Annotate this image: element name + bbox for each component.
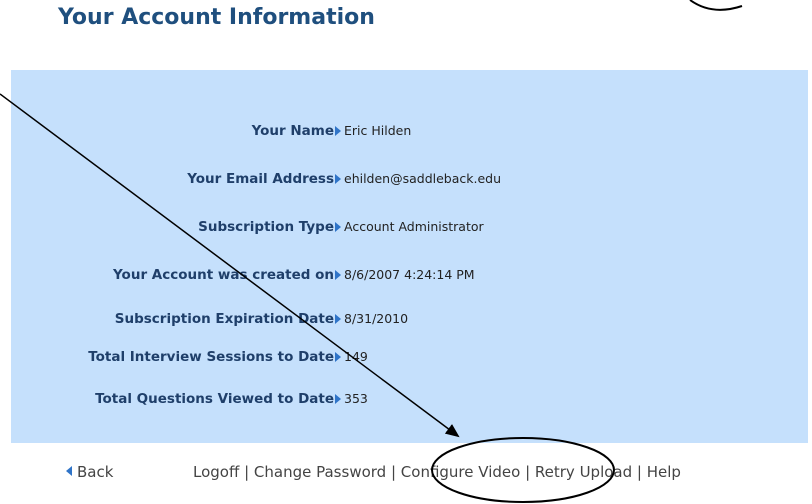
row-value: 149 [344,349,368,364]
row-value: Eric Hilden [344,123,412,138]
row-label: Total Interview Sessions to Date [88,349,334,365]
triangle-right-icon [335,314,341,324]
triangle-right-icon [335,126,341,136]
info-row-subscription-type: Subscription Type Account Administrator [11,216,808,238]
info-row-questions-viewed: Total Questions Viewed to Date 353 [11,388,808,410]
footer-links: Logoff | Change Password | Configure Vid… [193,460,681,484]
row-value: 8/31/2010 [344,311,409,326]
row-value: 8/6/2007 4:24:14 PM [344,267,475,282]
row-label: Your Name [251,123,334,139]
row-value: ehilden@saddleback.edu [344,171,502,186]
info-row-interview-sessions: Total Interview Sessions to Date 149 [11,346,808,368]
info-row-email: Your Email Address ehilden@saddleback.ed… [11,168,808,190]
info-row-created-on: Your Account was created on 8/6/2007 4:2… [11,264,808,286]
change-password-link[interactable]: Change Password [254,463,386,481]
logoff-link[interactable]: Logoff [193,463,239,481]
footer-nav: Back Logoff | Change Password | Configur… [0,460,812,484]
info-row-name: Your Name Eric Hilden [11,120,808,142]
back-link[interactable]: Back [66,460,113,484]
row-value: Account Administrator [344,219,484,234]
row-label: Your Email Address [187,171,334,187]
configure-video-link[interactable]: Configure Video [401,463,521,481]
retry-upload-link[interactable]: Retry Upload [535,463,632,481]
row-label: Total Questions Viewed to Date [95,391,334,407]
triangle-right-icon [335,174,341,184]
link-separator: | [244,463,254,481]
triangle-right-icon [335,352,341,362]
back-label: Back [77,463,114,481]
row-value: 353 [344,391,368,406]
triangle-right-icon [335,222,341,232]
page-title: Your Account Information [58,5,375,30]
account-info-panel: Your Name Eric Hilden Your Email Address… [11,70,808,443]
triangle-right-icon [335,394,341,404]
row-label: Subscription Expiration Date [114,311,334,327]
link-separator: | [390,463,401,481]
triangle-left-icon [66,466,72,476]
annotation-ellipse-top [689,0,743,11]
row-label: Your Account was created on [113,267,334,283]
info-row-expiration-date: Subscription Expiration Date 8/31/2010 [11,308,808,330]
link-separator: | [525,463,535,481]
row-label: Subscription Type [198,219,334,235]
triangle-right-icon [335,270,341,280]
link-separator: | [636,463,647,481]
help-link[interactable]: Help [647,463,681,481]
